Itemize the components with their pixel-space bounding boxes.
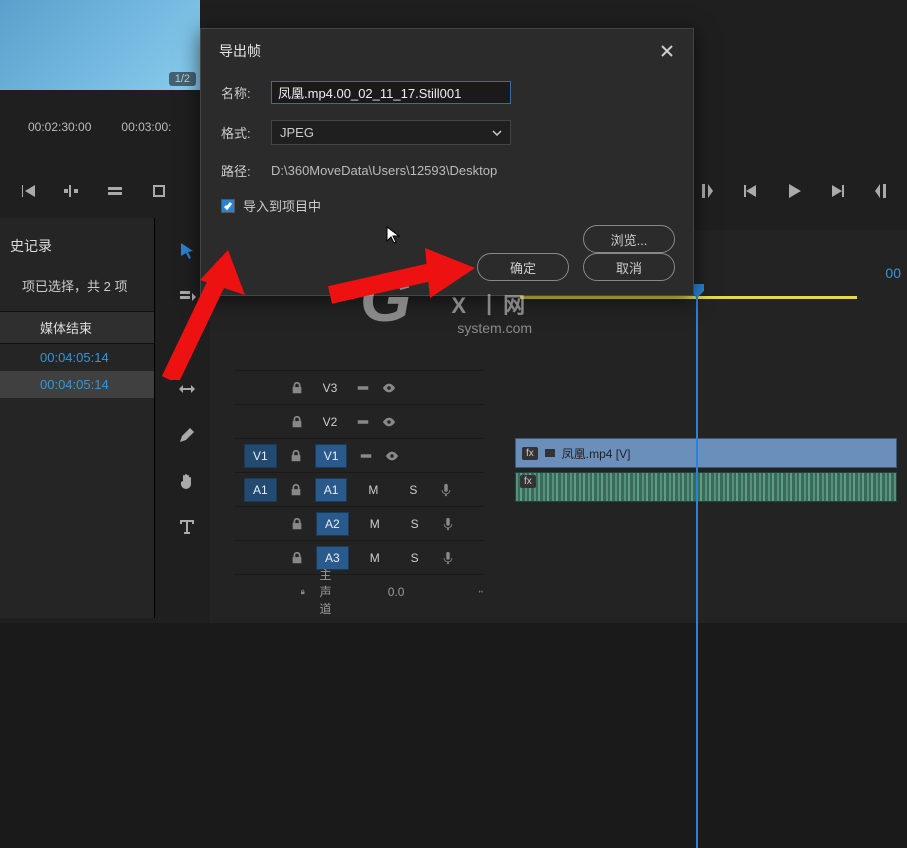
- solo-label[interactable]: S: [401, 551, 429, 565]
- master-track[interactable]: 主声道 0.0: [234, 574, 484, 608]
- lock-icon[interactable]: [290, 381, 304, 395]
- toggle-output-icon[interactable]: [356, 381, 370, 395]
- expand-icon[interactable]: [478, 585, 484, 599]
- path-value: D:\360MoveData\Users\12593\Desktop: [271, 163, 497, 178]
- master-value: 0.0: [388, 585, 405, 599]
- close-icon[interactable]: [659, 43, 675, 59]
- eye-icon[interactable]: [385, 449, 399, 463]
- annotation-arrow: [150, 240, 260, 380]
- history-title: 史记录: [0, 230, 154, 266]
- toggle-output-icon[interactable]: [356, 415, 370, 429]
- track-target-a2[interactable]: A2: [316, 512, 349, 536]
- mute-label[interactable]: M: [359, 483, 387, 497]
- lock-icon[interactable]: [289, 449, 303, 463]
- track-a2[interactable]: A2 M S: [234, 506, 484, 540]
- format-select[interactable]: JPEG: [271, 120, 511, 145]
- hand-tool-icon[interactable]: [174, 468, 200, 494]
- path-label: 路径:: [221, 161, 261, 180]
- mark-out-icon[interactable]: [869, 178, 895, 204]
- work-area-bar[interactable]: [520, 296, 857, 299]
- mic-icon[interactable]: [441, 517, 455, 531]
- track-v2[interactable]: V2: [234, 404, 484, 438]
- track-v3[interactable]: V3: [234, 370, 484, 404]
- track-v1[interactable]: V1 V1: [234, 438, 484, 472]
- mic-icon[interactable]: [441, 551, 455, 565]
- play-icon[interactable]: [781, 178, 807, 204]
- eye-icon[interactable]: [382, 415, 396, 429]
- import-checkbox-label: 导入到项目中: [243, 196, 321, 215]
- export-frame-icon[interactable]: [146, 178, 172, 204]
- track-a3[interactable]: A3 M S: [234, 540, 484, 574]
- timecode-1: 00:02:30:00: [28, 120, 91, 134]
- insert-icon[interactable]: [58, 178, 84, 204]
- solo-label[interactable]: S: [399, 483, 427, 497]
- ok-button[interactable]: 确定: [477, 253, 569, 281]
- timecode-2: 00:03:00:: [121, 120, 171, 134]
- lock-icon[interactable]: [300, 585, 306, 599]
- table-row[interactable]: 00:04:05:14: [0, 371, 154, 398]
- import-checkbox[interactable]: [221, 199, 235, 213]
- track-a1[interactable]: A1 A1 M S: [234, 472, 484, 506]
- pen-tool-icon[interactable]: [174, 422, 200, 448]
- clip-icon: [544, 447, 556, 459]
- track-target-v1[interactable]: V1: [315, 444, 348, 468]
- dialog-title: 导出帧: [219, 41, 261, 61]
- lock-icon[interactable]: [290, 551, 304, 565]
- fx-badge: fx: [522, 447, 538, 460]
- solo-label[interactable]: S: [401, 517, 429, 531]
- track-label: V3: [316, 381, 344, 395]
- mic-icon[interactable]: [439, 483, 453, 497]
- cursor-icon: [386, 226, 400, 244]
- annotation-arrow: [320, 240, 480, 310]
- chevron-down-icon: [492, 128, 502, 138]
- selection-summary: 项已选择，共 2 项: [0, 266, 154, 311]
- step-back-icon-r[interactable]: [737, 178, 763, 204]
- track-target-a1[interactable]: A1: [315, 478, 348, 502]
- source-patch-a1[interactable]: A1: [244, 478, 277, 502]
- step-fwd-icon[interactable]: [825, 178, 851, 204]
- timecode-right: 00: [885, 265, 901, 281]
- history-panel: 史记录 项已选择，共 2 项 媒体结束 00:04:05:14 00:04:05…: [0, 218, 155, 618]
- name-input[interactable]: [271, 81, 511, 104]
- playhead-line: [696, 288, 698, 848]
- type-tool-icon[interactable]: [174, 514, 200, 540]
- eye-icon[interactable]: [382, 381, 396, 395]
- column-header-media-end[interactable]: 媒体结束: [0, 311, 154, 344]
- preview-badge: 1/2: [169, 72, 196, 86]
- format-label: 格式:: [221, 123, 261, 142]
- source-patch-v1[interactable]: V1: [244, 444, 277, 468]
- lock-icon[interactable]: [290, 415, 304, 429]
- browse-button[interactable]: 浏览...: [583, 225, 675, 253]
- cancel-button[interactable]: 取消: [583, 253, 675, 281]
- master-label: 主声道: [320, 566, 334, 617]
- lock-icon[interactable]: [290, 517, 304, 531]
- table-row[interactable]: 00:04:05:14: [0, 344, 154, 371]
- toggle-output-icon[interactable]: [359, 449, 373, 463]
- mute-label[interactable]: M: [361, 517, 389, 531]
- fx-badge: fx: [520, 475, 536, 488]
- clip-name: 凤凰.mp4 [V]: [562, 445, 631, 462]
- format-value: JPEG: [280, 125, 314, 140]
- overwrite-icon[interactable]: [102, 178, 128, 204]
- track-label: V2: [316, 415, 344, 429]
- waveform: [516, 473, 896, 501]
- step-back-icon[interactable]: [14, 178, 40, 204]
- timecode-row: 00:02:30:00 00:03:00:: [0, 120, 200, 134]
- name-label: 名称:: [221, 83, 261, 102]
- video-clip[interactable]: fx 凤凰.mp4 [V]: [515, 438, 897, 468]
- mute-label[interactable]: M: [361, 551, 389, 565]
- mark-in-icon[interactable]: [693, 178, 719, 204]
- preview-thumbnail[interactable]: 1/2: [0, 0, 200, 90]
- lock-icon[interactable]: [289, 483, 303, 497]
- audio-clip[interactable]: fx: [515, 472, 897, 502]
